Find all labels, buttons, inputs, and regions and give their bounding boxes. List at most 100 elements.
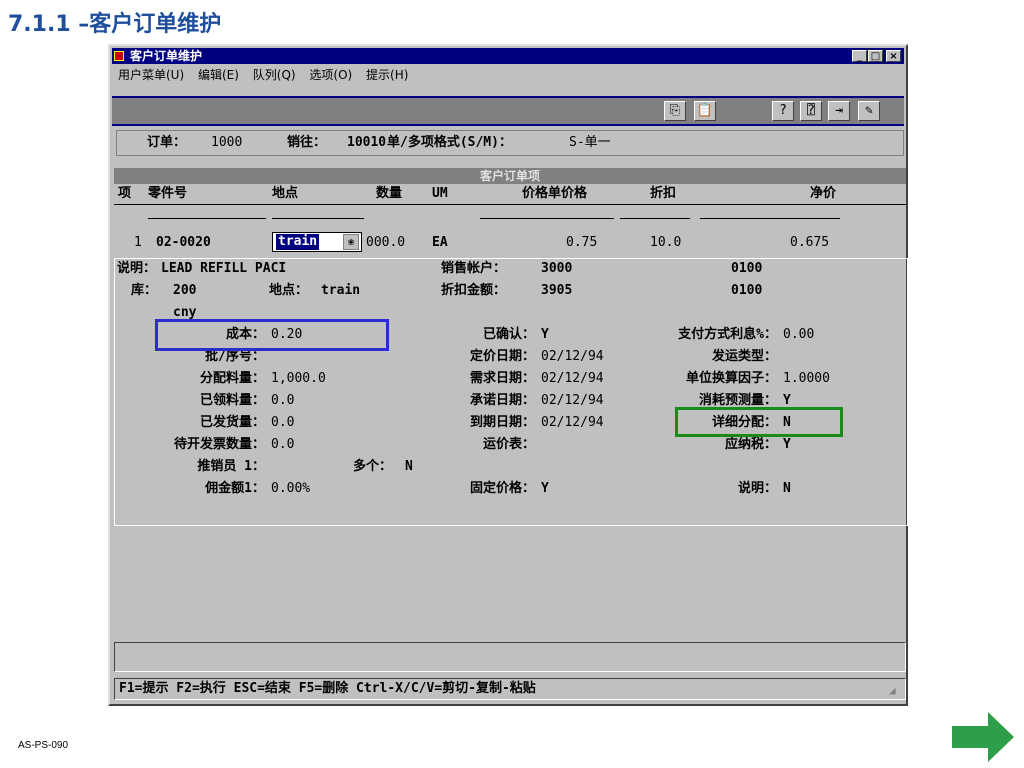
slide-title: 7.1.1 –客户订单维护 bbox=[8, 12, 222, 37]
comments-label: 说明： bbox=[737, 481, 777, 496]
taxable-label: 应纳税： bbox=[724, 437, 777, 452]
menu-help[interactable]: 提示(H) bbox=[366, 68, 408, 82]
site-input-value[interactable]: train bbox=[276, 234, 320, 250]
location-value[interactable]: 200 bbox=[173, 281, 196, 301]
line-um[interactable]: EA bbox=[432, 234, 448, 252]
required-date-label: 需求日期： bbox=[469, 371, 535, 386]
slide-footer: AS-PS-090 bbox=[18, 740, 69, 751]
line-net-price[interactable]: 0.675 bbox=[790, 234, 829, 252]
col-price: 价格单价格 bbox=[522, 186, 588, 201]
col-net: 净价 bbox=[810, 186, 837, 201]
maximize-button[interactable]: □ bbox=[868, 50, 883, 62]
sales-acct-label: 销售帐户： bbox=[441, 261, 507, 276]
format-label: 单/多项格式(S/M)： bbox=[387, 135, 512, 150]
detail-site-label: 地点： bbox=[269, 283, 309, 298]
minimize-button[interactable]: _ bbox=[852, 50, 867, 62]
taxable-value[interactable]: Y bbox=[783, 435, 791, 455]
disc-acct-sub[interactable]: 0100 bbox=[731, 281, 762, 301]
promise-date-label: 承诺日期： bbox=[469, 393, 535, 408]
copy-icon[interactable]: ⎘ bbox=[664, 101, 686, 121]
sales-acct-sub[interactable]: 0100 bbox=[731, 259, 762, 279]
menu-user[interactable]: 用户菜单(U) bbox=[118, 68, 184, 82]
menu-bar: 用户菜单(U) 编辑(E) 队列(Q) 选项(O) 提示(H) bbox=[112, 66, 904, 84]
grid-rule bbox=[480, 218, 614, 219]
grid-rule bbox=[114, 204, 906, 205]
menu-edit[interactable]: 编辑(E) bbox=[198, 68, 239, 82]
site-input[interactable]: train ❀ bbox=[272, 232, 362, 252]
menu-options[interactable]: 选项(O) bbox=[309, 68, 352, 82]
due-date-value[interactable]: 02/12/94 bbox=[541, 413, 604, 433]
disc-acct-value[interactable]: 3905 bbox=[541, 281, 572, 301]
qty-to-invoice-value[interactable]: 0.0 bbox=[271, 435, 294, 455]
um-conversion-label: 单位换算因子： bbox=[685, 371, 777, 386]
lookup-icon[interactable]: ❀ bbox=[343, 234, 359, 250]
required-date-value[interactable]: 02/12/94 bbox=[541, 369, 604, 389]
line-part-number[interactable]: 02-0020 bbox=[156, 234, 211, 252]
grid-rule bbox=[620, 218, 690, 219]
comments-value[interactable]: N bbox=[783, 479, 791, 499]
fixed-price-value[interactable]: Y bbox=[541, 479, 549, 499]
allocated-label: 分配料量： bbox=[199, 371, 265, 386]
paste-icon[interactable]: 📋 bbox=[694, 101, 716, 121]
order-label: 订单： bbox=[147, 135, 187, 150]
multiple-value[interactable]: N bbox=[405, 457, 413, 477]
exit-icon[interactable]: ⇥ bbox=[828, 101, 850, 121]
line-qty[interactable]: 000.0 bbox=[366, 234, 405, 252]
multiple-label: 多个： bbox=[353, 459, 393, 474]
context-help-icon[interactable]: ⍰ bbox=[800, 101, 822, 121]
detail-site-value[interactable]: train bbox=[321, 281, 360, 301]
col-part: 零件号 bbox=[148, 186, 188, 201]
pricing-date-value[interactable]: 02/12/94 bbox=[541, 347, 604, 367]
um-conversion-value[interactable]: 1.0000 bbox=[783, 369, 830, 389]
picked-label: 已领料量： bbox=[199, 393, 265, 408]
confirmed-value[interactable]: Y bbox=[541, 325, 549, 345]
allocated-value[interactable]: 1,000.0 bbox=[271, 369, 326, 389]
ship-type-label: 发运类型： bbox=[711, 349, 777, 364]
order-header: 订单： 1000 销往： 10010 单/多项格式(S/M)： S-单一 bbox=[116, 130, 904, 156]
status-text: F1=提示 F2=执行 ESC=结束 F5=删除 Ctrl-X/C/V=剪切-复… bbox=[119, 681, 536, 696]
sold-to-label: 销往： bbox=[287, 135, 327, 150]
commission-label: 佣金额1： bbox=[205, 481, 265, 496]
commission-value[interactable]: 0.00% bbox=[271, 479, 310, 499]
next-arrow-icon[interactable] bbox=[952, 712, 1014, 762]
menu-queue[interactable]: 队列(Q) bbox=[253, 68, 296, 82]
sold-to-value[interactable]: 10010 bbox=[347, 131, 386, 155]
format-value[interactable]: S-单一 bbox=[569, 131, 611, 155]
sales-acct-value[interactable]: 3000 bbox=[541, 259, 572, 279]
help-icon[interactable]: ? bbox=[772, 101, 794, 121]
location-label: 库： bbox=[131, 283, 158, 298]
resize-grip-icon[interactable]: ◢ bbox=[889, 685, 901, 697]
grid-rule bbox=[148, 218, 266, 219]
disc-acct-label: 折扣金额： bbox=[441, 283, 507, 298]
line-items-title: 客户订单项 bbox=[114, 168, 906, 184]
message-bar bbox=[114, 642, 906, 672]
confirmed-label: 已确认： bbox=[482, 327, 535, 342]
close-button[interactable]: × bbox=[886, 50, 901, 62]
grid-rule bbox=[700, 218, 840, 219]
order-number[interactable]: 1000 bbox=[211, 131, 242, 155]
shipped-label: 已发货量： bbox=[199, 415, 265, 430]
salesperson-label: 推销员 1： bbox=[197, 459, 265, 474]
line-price[interactable]: 0.75 bbox=[566, 234, 597, 252]
edit-icon[interactable]: ✎ bbox=[858, 101, 880, 121]
picked-value[interactable]: 0.0 bbox=[271, 391, 294, 411]
col-qty: 数量 bbox=[376, 186, 403, 201]
col-um: UM bbox=[432, 186, 448, 201]
pay-interest-value[interactable]: 0.00 bbox=[783, 325, 814, 345]
qty-to-invoice-label: 待开发票数量： bbox=[173, 437, 265, 452]
pricing-date-label: 定价日期： bbox=[469, 349, 535, 364]
shipped-value[interactable]: 0.0 bbox=[271, 413, 294, 433]
line-discount[interactable]: 10.0 bbox=[650, 234, 681, 252]
detail-alloc-highlight-box bbox=[675, 407, 843, 437]
window-titlebar: 客户订单维护 _ □ × bbox=[112, 48, 904, 64]
desc-label: 说明： bbox=[117, 261, 157, 276]
app-icon bbox=[114, 51, 124, 61]
status-bar: F1=提示 F2=执行 ESC=结束 F5=删除 Ctrl-X/C/V=剪切-复… bbox=[114, 678, 906, 700]
window-title: 客户订单维护 bbox=[130, 49, 203, 63]
col-item: 项 bbox=[118, 186, 132, 201]
col-site: 地点 bbox=[272, 186, 299, 201]
promise-date-value[interactable]: 02/12/94 bbox=[541, 391, 604, 411]
desc-value[interactable]: LEAD REFILL PACI bbox=[161, 259, 286, 279]
due-date-label: 到期日期： bbox=[469, 415, 535, 430]
grid-rule bbox=[272, 218, 364, 219]
